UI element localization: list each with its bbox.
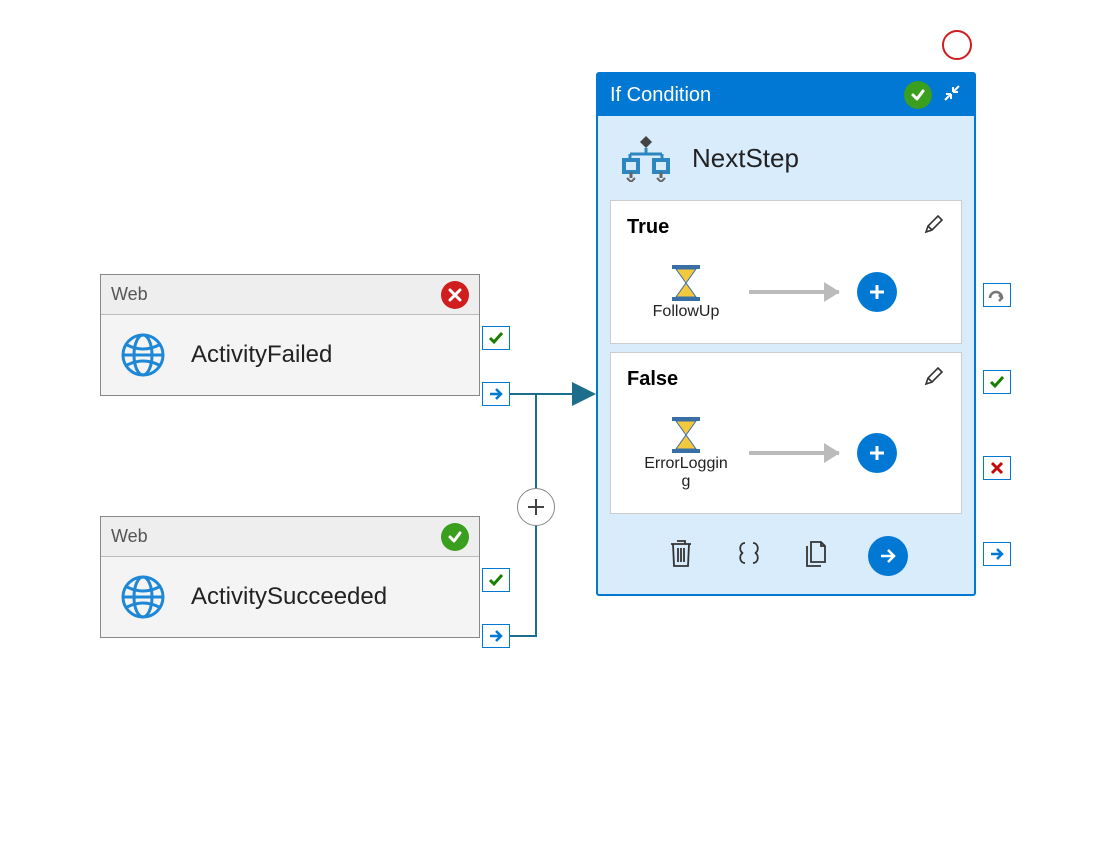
- false-branch-panel: False ErrorLogging: [610, 352, 962, 514]
- hourglass-icon: [666, 263, 706, 303]
- add-activity-true-button[interactable]: [857, 272, 897, 312]
- output-success-handle[interactable]: [482, 326, 510, 350]
- add-activity-false-button[interactable]: [857, 433, 897, 473]
- status-success-icon: [441, 523, 469, 551]
- selection-circle: [942, 30, 972, 60]
- delete-button[interactable]: [664, 536, 698, 570]
- if-condition-header-label: If Condition: [610, 84, 711, 107]
- if-condition-title-row: NextStep: [598, 116, 974, 192]
- if-condition-node[interactable]: If Condition NextStep: [596, 72, 976, 596]
- activity-header: Web: [101, 517, 479, 557]
- activity-name-label: ActivitySucceeded: [191, 583, 387, 611]
- clone-button[interactable]: [800, 536, 834, 570]
- branch-label: True: [627, 216, 669, 239]
- activity-node-activitysucceeded[interactable]: Web ActivitySucceeded: [100, 516, 480, 638]
- output-completion-handle[interactable]: [482, 382, 510, 406]
- collapse-icon[interactable]: [942, 83, 962, 108]
- activity-type-label: Web: [111, 526, 148, 547]
- activity-name-label: ActivityFailed: [191, 341, 332, 369]
- view-code-button[interactable]: [732, 536, 766, 570]
- status-error-icon: [441, 281, 469, 309]
- if-condition-toolbar: [598, 522, 974, 594]
- add-activity-on-edge-button[interactable]: [517, 488, 555, 526]
- status-success-icon: [904, 81, 932, 109]
- pipeline-canvas[interactable]: Web ActivityFailed Web: [0, 0, 1110, 847]
- branch-arrow-icon: [749, 451, 839, 455]
- wait-activity-errorlogging[interactable]: ErrorLogging: [641, 415, 731, 491]
- if-condition-header[interactable]: If Condition: [598, 74, 974, 116]
- if-condition-name-label: NextStep: [692, 143, 799, 174]
- edit-branch-button[interactable]: [923, 213, 945, 241]
- output-skip-handle[interactable]: [983, 283, 1011, 307]
- wait-activity-followup[interactable]: FollowUp: [641, 263, 731, 321]
- activity-node-activityfailed[interactable]: Web ActivityFailed: [100, 274, 480, 396]
- output-completion-handle[interactable]: [983, 542, 1011, 566]
- true-branch-panel: True FollowUp: [610, 200, 962, 344]
- output-failure-handle[interactable]: [983, 456, 1011, 480]
- output-success-handle[interactable]: [482, 568, 510, 592]
- branch-activity-name: ErrorLogging: [641, 455, 731, 491]
- output-completion-handle[interactable]: [482, 624, 510, 648]
- output-success-handle[interactable]: [983, 370, 1011, 394]
- activity-header: Web: [101, 275, 479, 315]
- navigate-button[interactable]: [868, 536, 908, 576]
- if-condition-icon: [618, 134, 674, 182]
- branch-arrow-icon: [749, 290, 839, 294]
- activity-body: ActivitySucceeded: [101, 557, 479, 637]
- activity-type-label: Web: [111, 284, 148, 305]
- globe-icon: [119, 573, 167, 621]
- branch-activity-name: FollowUp: [653, 303, 720, 321]
- edit-branch-button[interactable]: [923, 365, 945, 393]
- branch-label: False: [627, 368, 678, 391]
- hourglass-icon: [666, 415, 706, 455]
- globe-icon: [119, 331, 167, 379]
- activity-body: ActivityFailed: [101, 315, 479, 395]
